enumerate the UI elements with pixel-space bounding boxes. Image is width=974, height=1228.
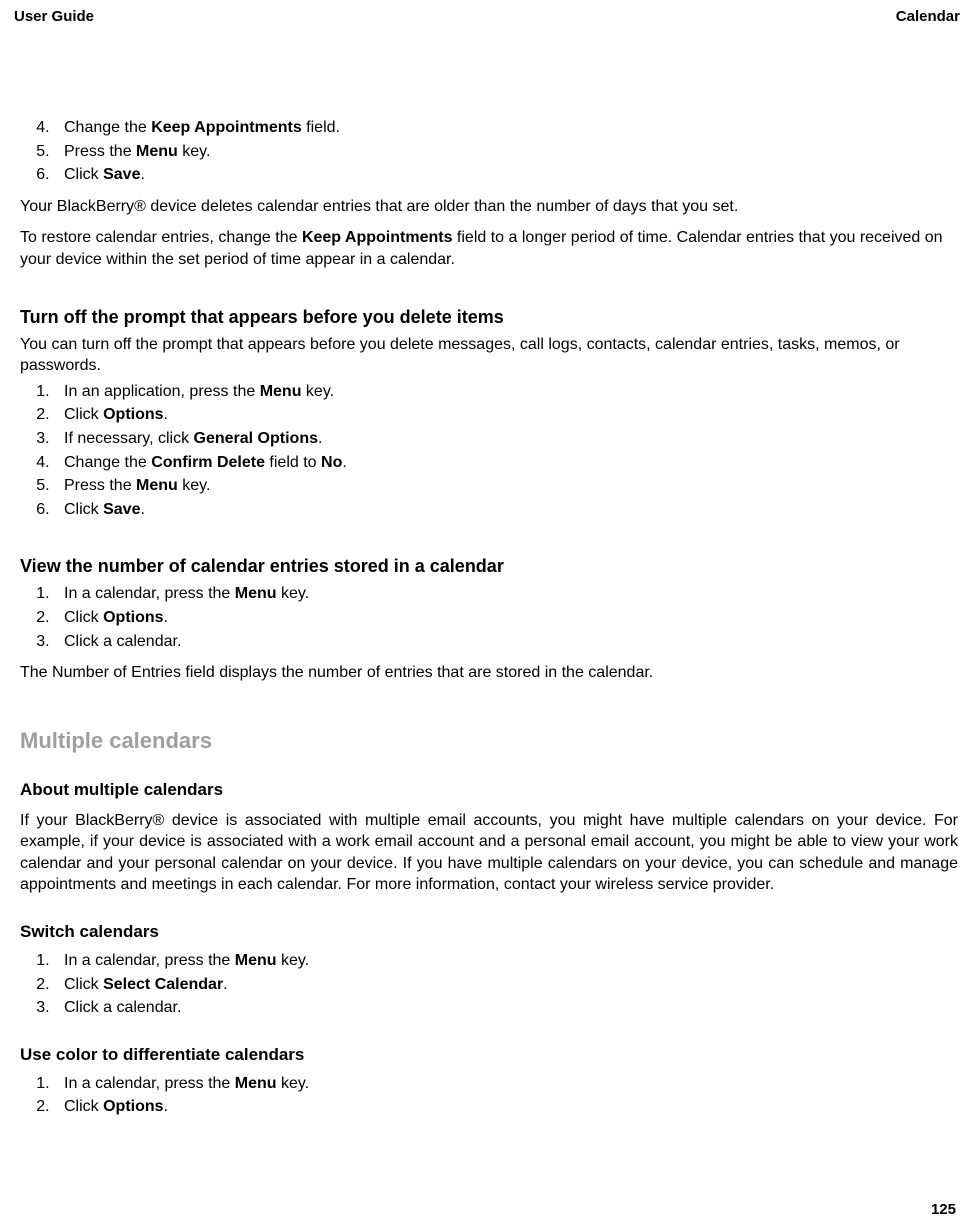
step-text: In a calendar, press the (64, 585, 235, 602)
step-text: If necessary, click (64, 430, 194, 447)
list-item: Change the Keep Appointments field. (54, 117, 958, 139)
step-text: Click a calendar. (64, 633, 181, 650)
step-text: key. (277, 952, 310, 969)
step-bold: Menu (235, 952, 277, 969)
subsection-title-use-color: Use color to differentiate calendars (20, 1045, 958, 1065)
step-bold: Select Calendar (103, 976, 223, 993)
step-bold: Menu (235, 1075, 277, 1092)
step-text: field to (265, 454, 321, 471)
major-heading-multiple-calendars: Multiple calendars (20, 728, 958, 754)
step-bold: Menu (136, 477, 178, 494)
step-text: Click (64, 1098, 103, 1115)
step-text: . (164, 1098, 168, 1115)
step-text: Click (64, 609, 103, 626)
list-item: Click a calendar. (54, 997, 958, 1019)
step-bold: Save (103, 501, 140, 518)
step-bold: Options (103, 1098, 163, 1115)
subsection-title-switch-calendars: Switch calendars (20, 922, 958, 942)
step-text: . (164, 406, 168, 423)
intro-paragraph-1: Your BlackBerry® device deletes calendar… (20, 196, 958, 218)
step-text: In a calendar, press the (64, 1075, 235, 1092)
step-bold: No (321, 454, 342, 471)
step-text: In an application, press the (64, 383, 260, 400)
list-item: Click Save. (54, 499, 958, 521)
list-item: Press the Menu key. (54, 141, 958, 163)
step-text: . (342, 454, 346, 471)
section-intro: You can turn off the prompt that appears… (20, 334, 958, 377)
step-bold: Options (103, 609, 163, 626)
step-text: key. (178, 477, 211, 494)
step-text: key. (178, 143, 211, 160)
intro-steps-list: Change the Keep Appointments field. Pres… (20, 117, 958, 186)
list-item: Click Options. (54, 1096, 958, 1118)
step-text: In a calendar, press the (64, 952, 235, 969)
sub3-steps-list: In a calendar, press the Menu key. Click… (20, 1073, 958, 1118)
step-text: Click (64, 976, 103, 993)
step-text: Click (64, 406, 103, 423)
step-text: Change the (64, 119, 151, 136)
list-item: Change the Confirm Delete field to No. (54, 452, 958, 474)
sec1-steps-list: In an application, press the Menu key. C… (20, 381, 958, 521)
subsection-title-about-multiple: About multiple calendars (20, 780, 958, 800)
list-item: In a calendar, press the Menu key. (54, 1073, 958, 1095)
para-text: To restore calendar entries, change the (20, 229, 302, 246)
step-bold: Menu (136, 143, 178, 160)
step-text: . (318, 430, 322, 447)
step-text: . (140, 166, 144, 183)
list-item: In a calendar, press the Menu key. (54, 583, 958, 605)
step-text: Click (64, 501, 103, 518)
step-text: key. (277, 1075, 310, 1092)
step-bold: Menu (260, 383, 302, 400)
step-text: . (164, 609, 168, 626)
section-title-turn-off-prompt: Turn off the prompt that appears before … (20, 307, 958, 328)
list-item: If necessary, click General Options. (54, 428, 958, 450)
list-item: In an application, press the Menu key. (54, 381, 958, 403)
sec2-after-paragraph: The Number of Entries field displays the… (20, 662, 958, 684)
step-bold: Save (103, 166, 140, 183)
step-bold: Menu (235, 585, 277, 602)
page-content: Change the Keep Appointments field. Pres… (14, 117, 960, 1118)
header-left: User Guide (14, 8, 94, 25)
sub2-steps-list: In a calendar, press the Menu key. Click… (20, 950, 958, 1019)
step-text: Press the (64, 477, 136, 494)
list-item: Click Options. (54, 404, 958, 426)
step-text: field. (302, 119, 340, 136)
step-text: Click (64, 166, 103, 183)
list-item: Click Save. (54, 164, 958, 186)
step-bold: General Options (194, 430, 318, 447)
sec2-steps-list: In a calendar, press the Menu key. Click… (20, 583, 958, 652)
step-text: key. (301, 383, 334, 400)
list-item: Press the Menu key. (54, 475, 958, 497)
step-text: . (223, 976, 227, 993)
step-text: . (140, 501, 144, 518)
intro-paragraph-2: To restore calendar entries, change the … (20, 227, 958, 270)
page-header: User Guide Calendar (14, 8, 960, 25)
step-text: Change the (64, 454, 151, 471)
list-item: Click a calendar. (54, 631, 958, 653)
list-item: In a calendar, press the Menu key. (54, 950, 958, 972)
header-right: Calendar (896, 8, 960, 25)
step-bold: Keep Appointments (151, 119, 302, 136)
step-bold: Options (103, 406, 163, 423)
list-item: Click Options. (54, 607, 958, 629)
section-title-view-entries: View the number of calendar entries stor… (20, 556, 958, 577)
para-bold: Keep Appointments (302, 229, 453, 246)
sub1-paragraph: If your BlackBerry® device is associated… (20, 810, 958, 896)
list-item: Click Select Calendar. (54, 974, 958, 996)
step-bold: Confirm Delete (151, 454, 265, 471)
step-text: Press the (64, 143, 136, 160)
step-text: key. (277, 585, 310, 602)
step-text: Click a calendar. (64, 999, 181, 1016)
page-number: 125 (931, 1201, 956, 1218)
